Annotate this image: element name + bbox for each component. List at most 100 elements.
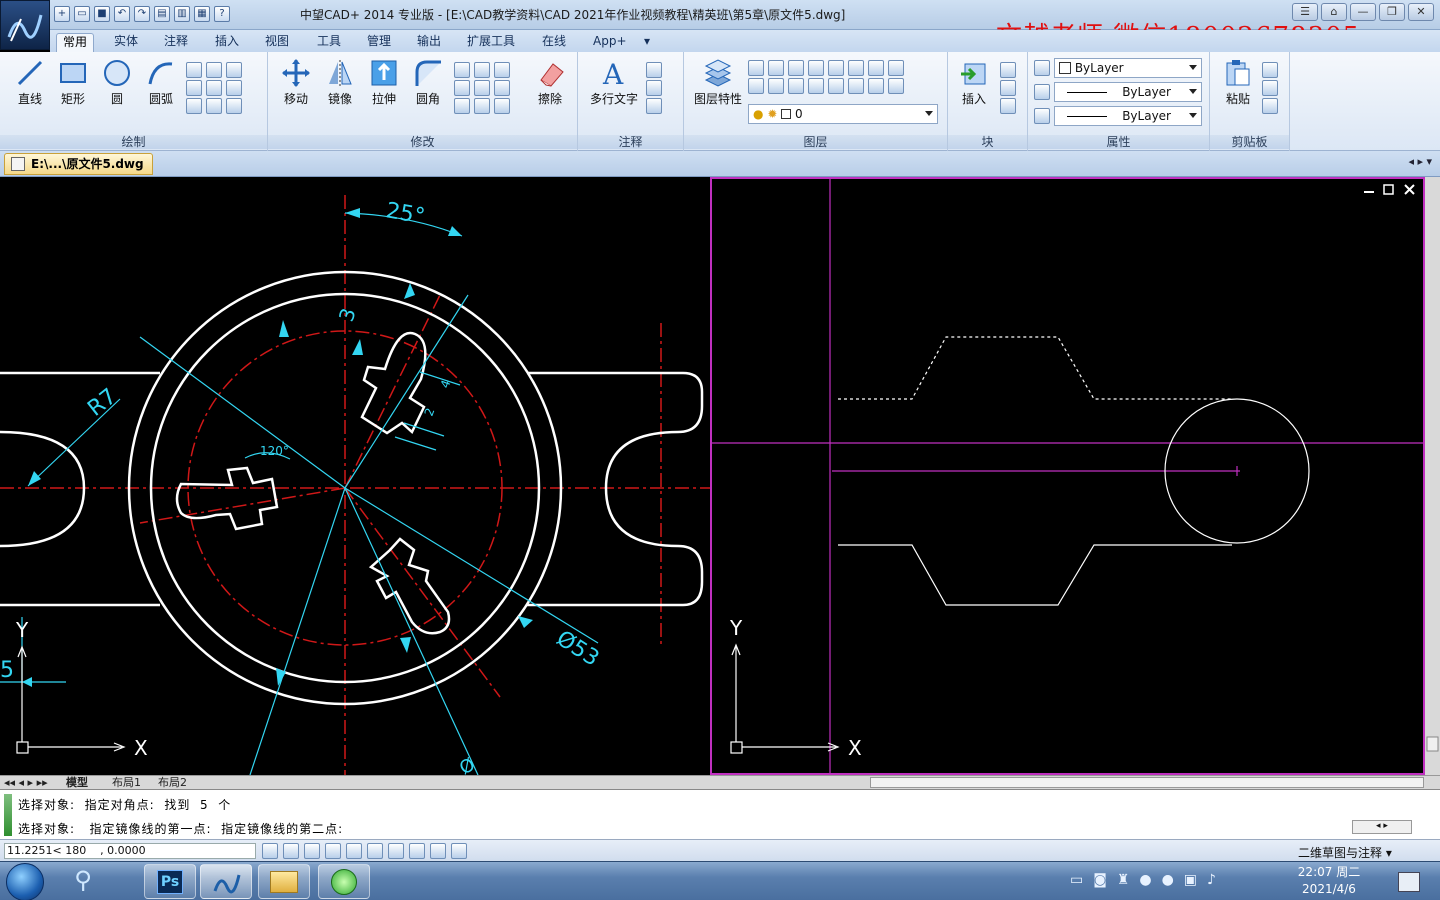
taskbar-zwcad[interactable] (200, 864, 252, 899)
layer-tool-icon[interactable] (768, 78, 784, 94)
document-tab[interactable]: E:\...\原文件5.dwg (4, 153, 153, 175)
linetype-dropdown[interactable]: ByLayer (1054, 82, 1202, 102)
layer-tool-icon[interactable] (748, 78, 764, 94)
horizontal-scrollbar[interactable] (870, 777, 1424, 788)
mtext-button[interactable]: A 多行文字 (586, 58, 642, 107)
tab-output[interactable]: 输出 (411, 33, 447, 52)
scale-icon[interactable] (474, 80, 490, 96)
redo-icon[interactable]: ↷ (134, 6, 150, 22)
command-window[interactable]: 选择对象: 指定对角点: 找到 5 个 选择对象: 指定镜像线的第一点: 指定镜… (0, 789, 1440, 839)
copy-icon[interactable] (474, 62, 490, 78)
table-icon[interactable] (646, 98, 662, 114)
tab-layout1[interactable]: 布局1 (112, 776, 141, 789)
vertical-scrollbar[interactable] (1425, 177, 1440, 775)
explode-icon[interactable] (454, 98, 470, 114)
tab-manage[interactable]: 管理 (361, 33, 397, 52)
search-icon[interactable]: ⚲ (66, 866, 100, 898)
circle-button[interactable]: 圆 (97, 58, 137, 107)
arc-button[interactable]: 圆弧 (141, 58, 181, 107)
color-dropdown[interactable]: ByLayer (1054, 58, 1202, 78)
open-file-icon[interactable]: ▭ (74, 6, 90, 22)
viewport-minimize-icon[interactable] (1364, 191, 1374, 193)
tab-app-plus[interactable]: App+ (587, 33, 633, 52)
leader-icon[interactable] (646, 62, 662, 78)
layer-tool-icon[interactable] (868, 78, 884, 94)
tab-model[interactable]: 模型 (66, 776, 88, 789)
viewport-controls[interactable] (1364, 184, 1415, 195)
plot-icon[interactable]: ▤ (154, 6, 170, 22)
ortho-toggle-icon[interactable] (304, 843, 320, 859)
viewport-close-icon[interactable] (1404, 184, 1415, 195)
app-logo-button[interactable] (0, 0, 50, 50)
command-prompt-line[interactable]: 选择对象: 指定镜像线的第一点: 指定镜像线的第二点: (18, 820, 343, 837)
offset-icon[interactable] (494, 62, 510, 78)
layer-tool-icon[interactable] (788, 78, 804, 94)
viewport-restore-icon[interactable] (1383, 184, 1394, 195)
system-tray-icons[interactable]: ▭◙♜●●▣♪ (1070, 872, 1226, 888)
lineweight-icon[interactable] (1034, 108, 1050, 124)
snap-toggle-icon[interactable] (262, 843, 278, 859)
copy-clip-icon[interactable] (1262, 80, 1278, 96)
tab-insert[interactable]: 插入 (209, 33, 245, 52)
new-file-icon[interactable]: + (54, 6, 70, 22)
scrollbar-thumb[interactable] (1426, 736, 1439, 752)
drawing-canvas[interactable]: 25° R7 3 Ø53 120° 4 2 5 Ø X Y X Y (0, 177, 1440, 779)
grid-toggle-icon[interactable] (283, 843, 299, 859)
break-icon[interactable] (474, 98, 490, 114)
create-block-icon[interactable] (1000, 62, 1016, 78)
point-icon[interactable] (186, 62, 202, 78)
print-icon[interactable]: ▥ (174, 6, 190, 22)
properties-icon[interactable]: ▦ (194, 6, 210, 22)
taskbar-browser[interactable] (318, 864, 370, 899)
taskbar-explorer[interactable] (258, 864, 310, 899)
layer-tool-icon[interactable] (848, 60, 864, 76)
join-icon[interactable] (494, 98, 510, 114)
layer-tool-icon[interactable] (848, 78, 864, 94)
layer-tool-icon[interactable] (768, 60, 784, 76)
taskbar-clock[interactable]: 22:07 周二 2021/4/6 (1294, 864, 1364, 898)
right-viewport[interactable]: X Y (712, 178, 1424, 774)
layer-properties-button[interactable]: 图层特性 (690, 58, 746, 107)
layer-tool-icon[interactable] (808, 60, 824, 76)
tab-tools[interactable]: 工具 (311, 33, 347, 52)
layer-tool-icon[interactable] (888, 60, 904, 76)
close-button[interactable]: ✕ (1408, 3, 1434, 21)
drawing-area[interactable]: 25° R7 3 Ø53 120° 4 2 5 Ø X Y X Y (0, 177, 1440, 779)
tab-scroll-icon[interactable]: ◂ ▸ ▾ (1408, 155, 1432, 168)
polygon-icon[interactable] (226, 62, 242, 78)
donut-icon[interactable] (226, 98, 242, 114)
fillet-button[interactable]: 圆角 (408, 58, 448, 107)
left-viewport[interactable]: 25° R7 3 Ø53 120° 4 2 5 Ø X Y (0, 195, 710, 779)
insert-block-button[interactable]: 插入 (954, 58, 994, 107)
layer-dropdown[interactable]: ● ✹ 0 (748, 104, 938, 124)
undo-icon[interactable]: ↶ (114, 6, 130, 22)
attribute-icon[interactable] (1000, 98, 1016, 114)
stretch-button[interactable]: 拉伸 (364, 58, 404, 107)
restore-button[interactable]: ❐ (1379, 3, 1405, 21)
start-button[interactable] (6, 863, 44, 900)
tab-online[interactable]: 在线 (536, 33, 572, 52)
mirror-button[interactable]: 镜像 (320, 58, 360, 107)
polar-toggle-icon[interactable] (325, 843, 341, 859)
array-icon[interactable] (494, 80, 510, 96)
otrack-toggle-icon[interactable] (367, 843, 383, 859)
ribbon-minimize-icon[interactable]: ▾ (638, 33, 656, 52)
linetype-icon[interactable] (1034, 84, 1050, 100)
erase-button[interactable]: 擦除 (530, 58, 570, 107)
tab-extended-tools[interactable]: 扩展工具 (461, 33, 521, 52)
osnap-toggle-icon[interactable] (346, 843, 362, 859)
match-properties-icon[interactable] (1034, 60, 1050, 76)
taskbar-photoshop[interactable]: Ps (144, 864, 196, 899)
cut-icon[interactable] (1262, 62, 1278, 78)
paste-button[interactable]: 粘贴 (1218, 58, 1258, 107)
qp-toggle-icon[interactable] (451, 843, 467, 859)
tpy-toggle-icon[interactable] (430, 843, 446, 859)
layer-tool-icon[interactable] (828, 60, 844, 76)
layer-tool-icon[interactable] (828, 78, 844, 94)
edit-block-icon[interactable] (1000, 80, 1016, 96)
save-icon[interactable]: ■ (94, 6, 110, 22)
spline-icon[interactable] (206, 80, 222, 96)
region-icon[interactable] (226, 80, 242, 96)
rotate-icon[interactable] (454, 80, 470, 96)
trim-icon[interactable] (454, 62, 470, 78)
